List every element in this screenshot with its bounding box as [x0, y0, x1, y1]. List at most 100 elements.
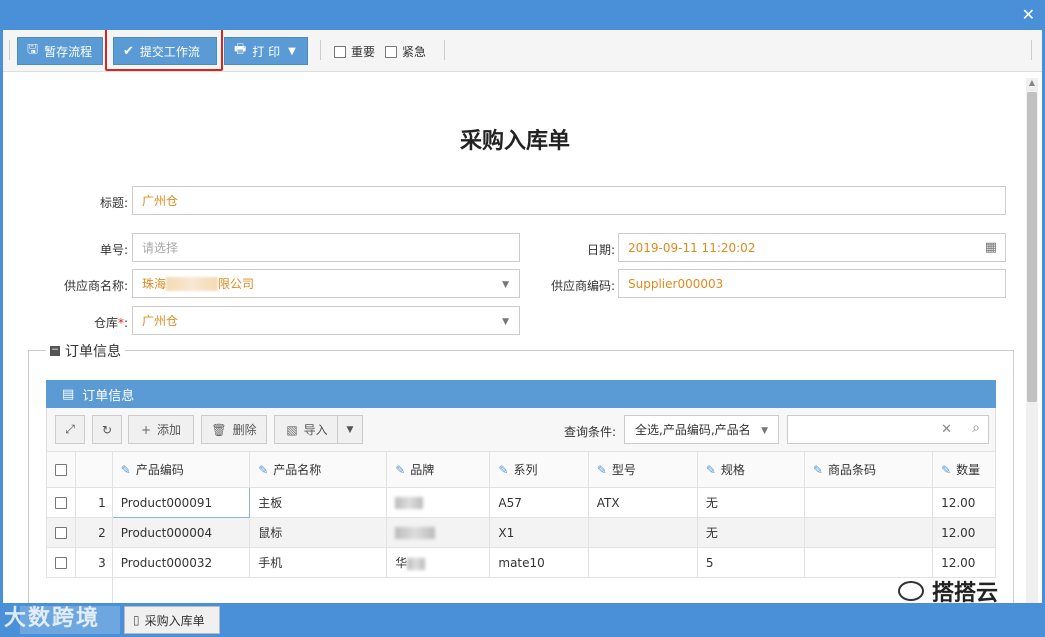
- table-row[interactable]: 3 Product000032 手机 华 mate10 5 12.00: [46, 547, 996, 578]
- product-name-cell[interactable]: 主板: [249, 487, 388, 518]
- close-icon[interactable]: ✕: [1022, 5, 1035, 24]
- series-cell[interactable]: X1: [489, 517, 589, 548]
- save-draft-label: 暂存流程: [44, 44, 93, 59]
- brand-cell[interactable]: [386, 487, 491, 518]
- important-checkbox[interactable]: 重要: [334, 43, 375, 60]
- order-no-field[interactable]: 请选择: [132, 233, 520, 262]
- product-code-cell[interactable]: Product000004: [111, 517, 251, 548]
- highlight-box: [105, 30, 223, 71]
- brand-text: 华: [395, 556, 408, 570]
- plus-icon: +: [140, 422, 152, 437]
- warehouse-select[interactable]: 广州仓 ▼: [132, 306, 520, 335]
- list-icon: ▤: [62, 386, 75, 402]
- print-button[interactable]: 🖶 打 印 ▼: [224, 37, 308, 65]
- row-checkbox-cell[interactable]: [46, 487, 76, 518]
- series-cell[interactable]: A57: [489, 487, 589, 518]
- checkbox-icon[interactable]: [55, 464, 67, 476]
- checkbox-icon[interactable]: [334, 45, 346, 58]
- collapse-icon[interactable]: −: [50, 346, 60, 356]
- column-label: 数量: [956, 463, 981, 477]
- calendar-icon[interactable]: ▦: [985, 240, 997, 255]
- warehouse-label: 仓库*:: [56, 314, 128, 331]
- column-header[interactable]: ✎ 商品条码: [803, 451, 934, 488]
- column-header[interactable]: ✎ 产品编码: [111, 451, 251, 488]
- quantity-cell[interactable]: 12.00: [932, 547, 996, 578]
- watermark-right-text: 搭搭云: [932, 581, 999, 606]
- scroll-up-icon[interactable]: ▲: [1026, 78, 1038, 90]
- title-field[interactable]: 广州仓: [132, 186, 1006, 215]
- edit-icon: ✎: [812, 463, 823, 477]
- supplier-name-select[interactable]: 珠海 限公司 ▼: [132, 269, 520, 298]
- column-header[interactable]: ✎ 规格: [696, 451, 805, 488]
- checkbox-icon[interactable]: [385, 45, 397, 58]
- save-draft-button[interactable]: 🖫 暂存流程: [17, 37, 103, 65]
- refresh-button[interactable]: ↻: [92, 415, 122, 444]
- row-checkbox-cell[interactable]: [46, 547, 76, 578]
- spec-cell[interactable]: 无: [696, 487, 805, 518]
- delete-row-button[interactable]: 🗑 删除: [201, 415, 267, 444]
- barcode-cell[interactable]: [803, 487, 934, 518]
- redacted-text: [395, 527, 436, 539]
- barcode-cell[interactable]: [803, 517, 934, 548]
- model-cell[interactable]: [587, 517, 698, 548]
- supplier-name-prefix: 珠海: [142, 277, 167, 291]
- edit-icon: ✎: [596, 463, 607, 477]
- checkbox-icon[interactable]: [55, 497, 67, 509]
- column-header[interactable]: ✎ 数量: [932, 451, 996, 488]
- order-legend[interactable]: − 订单信息: [46, 341, 125, 361]
- model-cell[interactable]: [587, 547, 698, 578]
- column-label: 型号: [611, 463, 636, 477]
- date-field[interactable]: 2019-09-11 11:20:02 ▦: [618, 233, 1006, 262]
- fullscreen-button[interactable]: ⤢: [55, 415, 85, 444]
- import-dropdown-button[interactable]: ▼: [337, 415, 363, 444]
- quantity-cell[interactable]: 12.00: [932, 517, 996, 548]
- query-condition-select[interactable]: 全选,产品编码,产品名 ▼: [624, 415, 779, 444]
- chevron-down-icon[interactable]: ▼: [502, 317, 509, 327]
- vertical-scrollbar[interactable]: ▲: [1026, 78, 1038, 603]
- edit-icon: ✎: [120, 463, 131, 477]
- brand-cell[interactable]: 华: [386, 547, 491, 578]
- edit-icon: ✎: [705, 463, 716, 477]
- select-all-header[interactable]: [46, 451, 76, 488]
- taskbar-tab-purchase-receipt[interactable]: ▯ 采购入库单: [124, 606, 220, 634]
- toolbar-divider: [1031, 40, 1032, 60]
- supplier-code-field[interactable]: Supplier000003: [618, 269, 1006, 298]
- checkbox-icon[interactable]: [55, 527, 67, 539]
- model-cell[interactable]: ATX: [587, 487, 698, 518]
- column-header[interactable]: ✎ 产品名称: [249, 451, 388, 488]
- table-row[interactable]: 2 Product000004 鼠标 X1 无 12.00: [46, 517, 996, 548]
- column-header[interactable]: ✎ 型号: [587, 451, 698, 488]
- toolbar-divider: [444, 40, 445, 60]
- grid-header-row: ✎ 产品编码 ✎ 产品名称 ✎ 品牌 ✎ 系列 ✎ 型号 ✎ 规格 ✎ 商品条码 ✎ 数量: [46, 451, 996, 488]
- search-input[interactable]: ✕ ⌕: [787, 415, 989, 444]
- series-cell[interactable]: mate10: [489, 547, 589, 578]
- table-row[interactable]: 1 Product000091 主板 A57 ATX 无 12.00: [46, 487, 996, 518]
- spec-cell[interactable]: 无: [696, 517, 805, 548]
- chevron-down-icon[interactable]: ▼: [502, 280, 509, 290]
- order-no-placeholder: 请选择: [142, 241, 179, 255]
- form-content: 采购入库单 标题: 广州仓 单号: 请选择 日期: 2019-09-11 11:…: [6, 75, 1024, 603]
- column-header[interactable]: ✎ 品牌: [386, 451, 491, 488]
- barcode-cell[interactable]: [803, 547, 934, 578]
- checkbox-icon[interactable]: [55, 557, 67, 569]
- import-button[interactable]: ▧ 导入: [274, 415, 340, 444]
- redacted-text: [407, 557, 426, 570]
- search-icon[interactable]: ⌕: [972, 420, 980, 436]
- row-checkbox-cell[interactable]: [46, 517, 76, 548]
- brand-cell[interactable]: [386, 517, 491, 548]
- clear-icon[interactable]: ✕: [941, 422, 952, 437]
- add-row-button[interactable]: + 添加: [128, 415, 194, 444]
- taskbar-tab-label: 采购入库单: [144, 613, 205, 628]
- product-code-cell[interactable]: Product000032: [111, 547, 251, 578]
- scrollbar-thumb[interactable]: [1027, 92, 1037, 402]
- urgent-checkbox[interactable]: 紧急: [385, 43, 426, 60]
- add-label: 添加: [157, 423, 182, 437]
- label-colon: :: [123, 316, 128, 330]
- row-number: 3: [75, 547, 113, 578]
- quantity-cell[interactable]: 12.00: [932, 487, 996, 518]
- column-header[interactable]: ✎ 系列: [489, 451, 589, 488]
- spec-cell[interactable]: 5: [696, 547, 805, 578]
- product-name-cell[interactable]: 鼠标: [249, 517, 388, 548]
- product-name-cell[interactable]: 手机: [249, 547, 388, 578]
- product-code-cell[interactable]: Product000091: [111, 487, 251, 518]
